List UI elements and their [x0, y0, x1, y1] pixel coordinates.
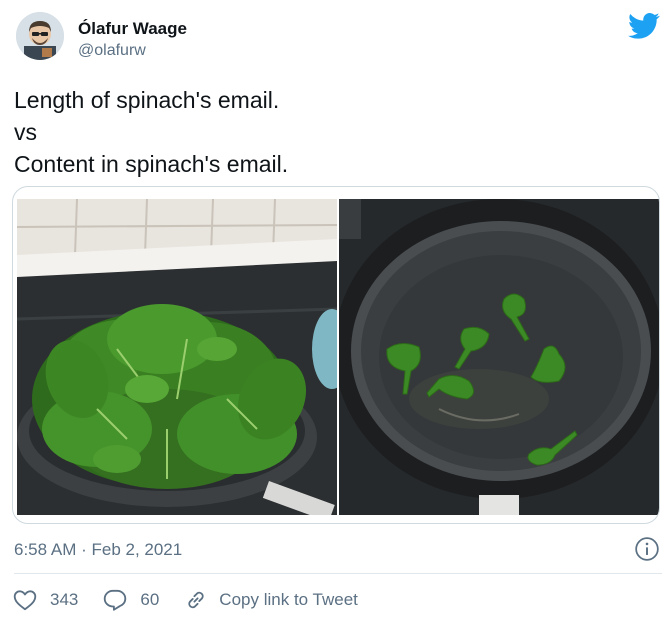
- copy-link-label: Copy link to Tweet: [219, 590, 358, 609]
- like-count: 343: [50, 590, 79, 609]
- tweet-text-line: Content in spinach's email.: [14, 151, 289, 177]
- divider: [14, 573, 662, 574]
- reply-icon: [104, 589, 127, 611]
- tweet-text-line: vs: [14, 119, 37, 145]
- avatar-illustration: [16, 12, 64, 60]
- tweet-timestamp[interactable]: 6:58 AM · Feb 2, 2021: [14, 538, 182, 562]
- heart-icon: [13, 590, 37, 611]
- reply-count: 60: [140, 590, 160, 609]
- tweet-text-line: Length of spinach's email.: [14, 87, 280, 113]
- info-icon[interactable]: [634, 536, 660, 562]
- author-name[interactable]: Ólafur Waage: [78, 18, 187, 40]
- like-button[interactable]: 343: [12, 587, 78, 613]
- tweet-actions: 343 60 Copy link to Tweet: [12, 586, 382, 614]
- avatar[interactable]: [16, 12, 64, 60]
- author-info[interactable]: Ólafur Waage @olafurw: [78, 18, 187, 62]
- link-icon: [188, 591, 204, 609]
- copy-link-button[interactable]: Copy link to Tweet: [183, 587, 358, 613]
- author-handle[interactable]: @olafurw: [78, 40, 187, 62]
- photo-full-pan-of-spinach[interactable]: [17, 199, 337, 515]
- twitter-logo-icon[interactable]: [628, 12, 660, 40]
- reply-button[interactable]: 60: [102, 587, 159, 613]
- tweet-media: [12, 186, 660, 524]
- tweet-card: Ólafur Waage @olafurw Length of spinach'…: [0, 0, 672, 620]
- tweet-text: Length of spinach's email. vs Content in…: [14, 84, 288, 180]
- photo-wilted-spinach-in-pan[interactable]: [339, 199, 659, 515]
